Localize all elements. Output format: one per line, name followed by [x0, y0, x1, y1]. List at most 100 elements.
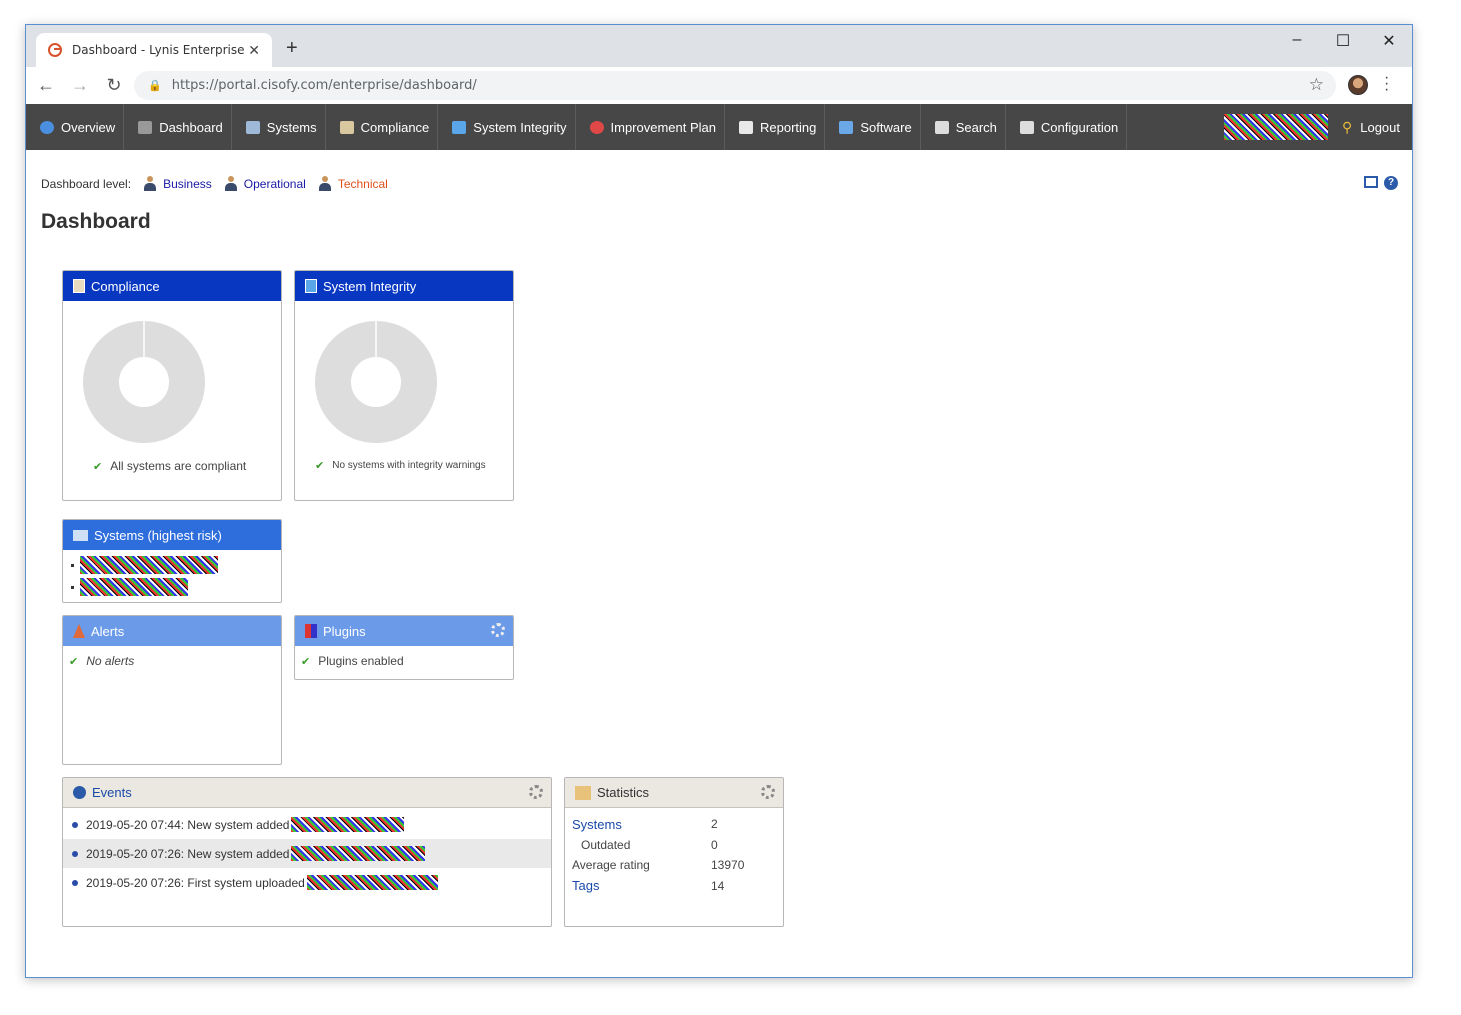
nav-item-label: Overview: [61, 119, 116, 135]
gear-icon: [1019, 120, 1034, 134]
events-list: 2019-05-20 07:44: New system added 2019-…: [63, 808, 551, 897]
profile-avatar[interactable]: [1348, 75, 1368, 95]
plugins-status: ✔ Plugins enabled: [295, 646, 513, 668]
nav-item-label: System Integrity: [473, 119, 567, 135]
stat-outdated-label: Outdated: [581, 837, 631, 852]
logout-link[interactable]: ⚲ Logout: [1342, 119, 1400, 136]
level-business-label: Business: [163, 176, 212, 191]
nav-item-compliance[interactable]: Compliance: [326, 104, 439, 150]
monitor-icon: [73, 529, 88, 541]
event-hostname-redacted[interactable]: [306, 875, 438, 890]
help-icon[interactable]: ?: [1384, 176, 1398, 190]
compliance-title: Compliance: [91, 278, 160, 294]
system-integrity-panel-header: System Integrity: [295, 271, 513, 301]
statistics-table: Systems 2 Outdated 0 Average rating 1397…: [565, 808, 783, 896]
integrity-status-text: No systems with integrity warnings: [332, 460, 486, 471]
plugins-settings-gear-icon[interactable]: [491, 623, 505, 637]
dashboard-level-label: Dashboard level:: [41, 176, 132, 191]
table-row: Systems 2: [572, 814, 783, 835]
page-title: Dashboard: [41, 210, 151, 233]
nav-item-overview[interactable]: Overview: [26, 104, 125, 150]
event-info-icon: [72, 850, 78, 857]
nav-item-configuration[interactable]: Configuration: [1006, 104, 1128, 150]
back-icon[interactable]: ←: [32, 75, 60, 96]
nav-item-systems[interactable]: Systems: [232, 104, 326, 150]
system-name-redacted[interactable]: [80, 556, 218, 574]
nav-item-search[interactable]: Search: [921, 104, 1006, 150]
main-navigation: Overview Dashboard Systems Compliance System…: [26, 104, 1412, 150]
table-row: 2019-05-20 07:26: First system uploaded: [63, 868, 551, 897]
nav-item-software[interactable]: Software: [825, 104, 921, 150]
stat-systems-value: 2: [711, 817, 718, 832]
compliance-donut-chart: [83, 321, 205, 443]
reload-icon[interactable]: ↻: [100, 75, 128, 96]
new-tab-icon[interactable]: +: [286, 37, 298, 60]
bookmark-star-icon[interactable]: ☆: [1309, 75, 1324, 95]
system-integrity-title: System Integrity: [323, 278, 417, 294]
integrity-status: ✔ No systems with integrity warnings: [315, 459, 486, 472]
browser-tab[interactable]: Dashboard - Lynis Enterprise ✕: [36, 33, 272, 67]
alerts-panel: Alerts ✔ No alerts: [62, 615, 282, 765]
browser-menu-icon[interactable]: · · ·: [1384, 70, 1389, 98]
statistics-title: Statistics: [597, 785, 650, 800]
maximize-icon[interactable]: ☐: [1320, 31, 1366, 51]
nav-item-reporting[interactable]: Reporting: [725, 104, 826, 150]
plugins-panel: Plugins ✔ Plugins enabled: [294, 615, 514, 680]
list-item[interactable]: [71, 576, 281, 598]
browser-window: Dashboard - Lynis Enterprise ✕ + – ☐ ✕ ←…: [25, 24, 1413, 978]
documents-icon: [305, 279, 317, 293]
nav-item-system-integrity[interactable]: System Integrity: [438, 104, 576, 150]
level-technical-label: Technical: [337, 176, 388, 191]
compliance-panel-header: Compliance: [63, 271, 281, 301]
event-text: 2019-05-20 07:26: First system uploaded: [86, 875, 305, 890]
events-title[interactable]: Events: [92, 785, 132, 800]
systems-risk-title: Systems (highest risk): [94, 527, 222, 543]
nav-item-dashboard[interactable]: Dashboard: [124, 104, 232, 150]
forward-icon[interactable]: →: [66, 75, 94, 96]
level-operational[interactable]: Operational: [224, 176, 306, 191]
level-technical[interactable]: Technical: [318, 176, 388, 191]
url-text: https://portal.cisofy.com/enterprise/das…: [172, 78, 477, 93]
stat-systems-link[interactable]: Systems: [572, 817, 711, 832]
top-icons: ?: [1364, 176, 1398, 190]
keyboard-icon: [934, 120, 949, 134]
key-icon: ⚲: [1341, 118, 1353, 135]
compliance-panel: Compliance ✔ All systems are compliant: [62, 270, 282, 501]
alerts-title: Alerts: [91, 623, 125, 639]
url-host: https://portal.cisofy.com: [171, 78, 329, 93]
table-row: Average rating 13970: [572, 855, 783, 876]
minimize-icon[interactable]: –: [1274, 31, 1320, 49]
plugin-blocks-icon: [305, 624, 317, 638]
tab-title: Dashboard - Lynis Enterprise: [72, 43, 245, 57]
events-panel: Events 2019-05-20 07:44: New system adde…: [62, 777, 552, 927]
risk-system-list: [63, 550, 281, 598]
nav-item-label: Improvement Plan: [610, 119, 717, 135]
stat-tags-link[interactable]: Tags: [572, 878, 711, 893]
nav-item-label: Reporting: [760, 119, 817, 135]
checkmark-icon: ✔: [69, 655, 79, 668]
events-settings-gear-icon[interactable]: [529, 785, 543, 799]
tab-close-icon[interactable]: ✕: [248, 42, 260, 59]
nav-item-label: Systems: [266, 119, 317, 135]
event-info-icon: [72, 879, 78, 886]
logout-label: Logout: [1360, 119, 1400, 135]
user-name-redacted: [1223, 114, 1328, 140]
monitor-icon: [245, 120, 260, 134]
statistics-settings-gear-icon[interactable]: [761, 785, 775, 799]
tab-strip: Dashboard - Lynis Enterprise ✕ + – ☐ ✕: [26, 25, 1412, 67]
url-field[interactable]: 🔒 https://portal.cisofy.com/enterprise/d…: [134, 71, 1336, 100]
table-row: Outdated 0: [572, 835, 783, 856]
target-icon: [589, 120, 604, 134]
alert-icon: [73, 624, 85, 638]
documents-icon: [452, 120, 467, 134]
close-window-icon[interactable]: ✕: [1366, 31, 1412, 51]
fullscreen-icon[interactable]: [1364, 176, 1378, 188]
alerts-panel-header: Alerts: [63, 616, 281, 646]
level-business[interactable]: Business: [143, 176, 212, 191]
nav-item-improvement-plan[interactable]: Improvement Plan: [576, 104, 725, 150]
event-hostname-redacted[interactable]: [291, 846, 426, 861]
system-name-redacted[interactable]: [80, 578, 188, 596]
event-hostname-redacted[interactable]: [291, 817, 405, 832]
compliance-status: ✔ All systems are compliant: [93, 459, 246, 473]
list-item[interactable]: [71, 554, 281, 576]
